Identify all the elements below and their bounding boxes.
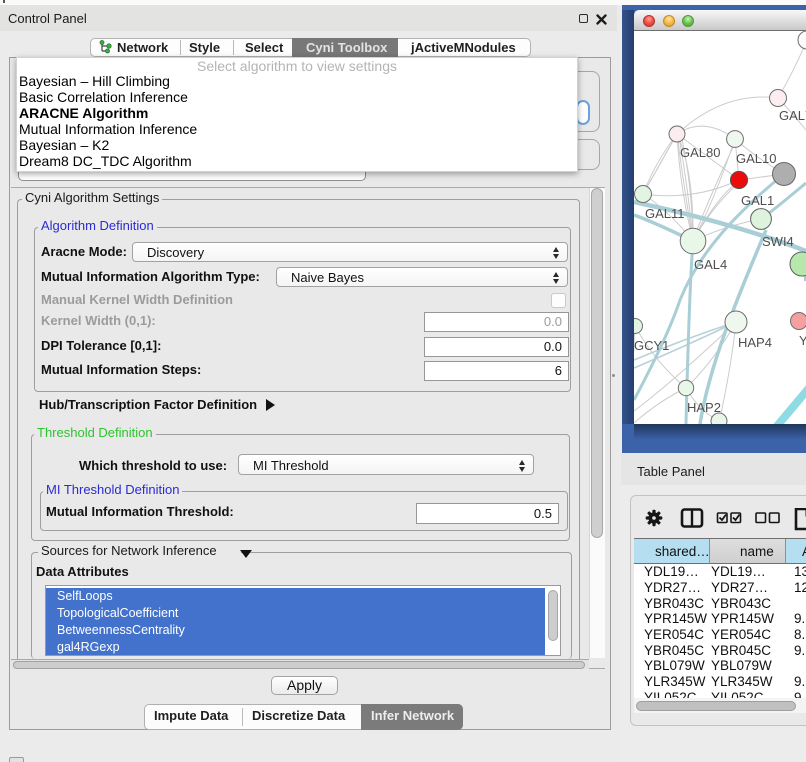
svg-text:GCY1: GCY1 [634, 338, 669, 353]
svg-text:GAL1: GAL1 [741, 193, 774, 208]
svg-text:GAL80: GAL80 [680, 145, 720, 160]
svg-text:GAL4: GAL4 [694, 257, 727, 272]
svg-text:SWI4: SWI4 [762, 234, 794, 249]
svg-text:HAP4: HAP4 [738, 335, 772, 350]
svg-text:GAL11: GAL11 [645, 206, 685, 221]
svg-text:GAL7: GAL7 [779, 108, 806, 123]
svg-text:GAL10: GAL10 [736, 151, 776, 166]
svg-text:HAP2: HAP2 [687, 400, 721, 415]
svg-text:Y: Y [799, 333, 806, 348]
